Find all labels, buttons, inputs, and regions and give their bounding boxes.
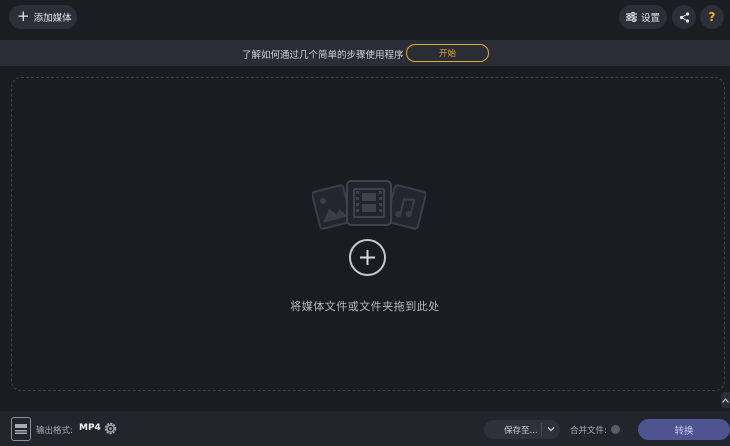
convert-button[interactable]: 转换	[638, 419, 730, 440]
add-media-label: 添加媒体	[33, 13, 72, 24]
share-icon	[679, 11, 689, 23]
top-toolbar: + 添加媒体 设置 ?	[0, 0, 730, 40]
share-button[interactable]	[672, 5, 696, 29]
bottom-bar: 输出格式: MP4 保存至... 合并文件: 转换	[0, 411, 730, 446]
output-format-label: 输出格式:	[36, 426, 73, 436]
output-format-icon[interactable]	[11, 417, 31, 441]
video-file-icon	[15, 424, 27, 434]
save-to-label: 保存至...	[504, 426, 538, 436]
merge-files-toggle[interactable]	[611, 425, 620, 434]
banner-text: 了解如何通过几个简单的步骤使用程序	[242, 50, 404, 61]
start-label: 开始	[438, 49, 456, 59]
drop-hint-text: 将媒体文件或文件夹拖到此处	[290, 300, 440, 313]
gear-icon[interactable]	[103, 421, 118, 436]
collapse-panel-button[interactable]	[721, 392, 730, 408]
settings-button[interactable]: 设置	[619, 5, 667, 29]
merge-files-label: 合并文件:	[570, 426, 607, 436]
question-icon: ?	[708, 10, 716, 24]
save-to-dropdown[interactable]: 保存至...	[484, 420, 560, 439]
chevron-down-icon[interactable]	[547, 423, 555, 435]
media-files-icon	[312, 180, 426, 230]
tutorial-banner: 了解如何通过几个简单的步骤使用程序 开始	[0, 40, 730, 66]
sliders-icon	[625, 12, 637, 22]
chevron-up-icon	[722, 397, 729, 403]
save-to-divider	[541, 423, 542, 436]
convert-label: 转换	[674, 425, 694, 437]
output-format-value[interactable]: MP4	[79, 423, 101, 433]
help-button[interactable]: ?	[700, 5, 724, 29]
add-media-button[interactable]: + 添加媒体	[9, 5, 77, 29]
settings-label: 设置	[640, 13, 660, 24]
add-files-button[interactable]	[349, 239, 386, 276]
plus-icon: +	[17, 7, 30, 25]
start-tutorial-button[interactable]: 开始	[406, 44, 489, 62]
plus-icon	[360, 250, 375, 265]
